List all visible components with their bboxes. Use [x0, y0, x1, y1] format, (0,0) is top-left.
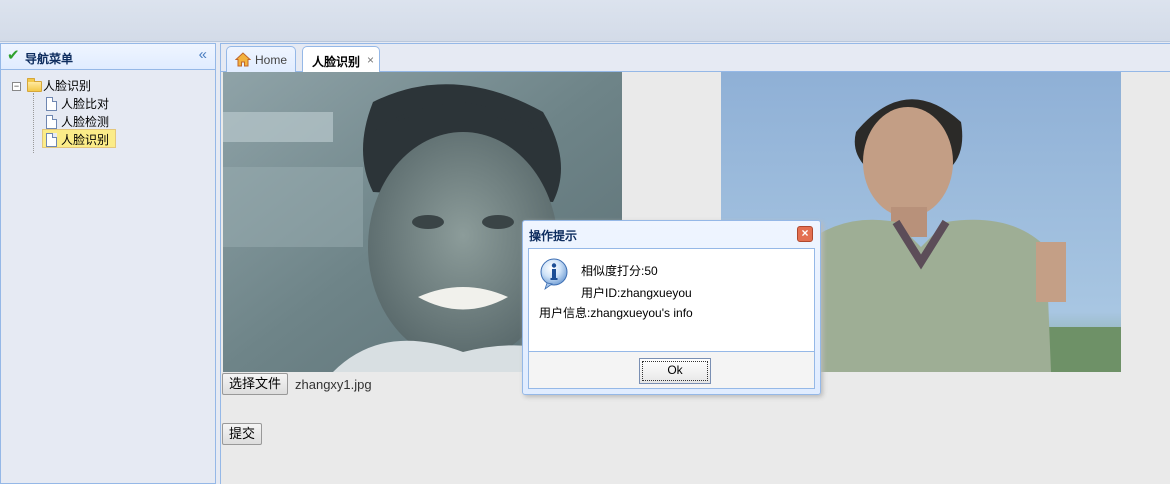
nav-panel-header: ✔ 导航菜单 « — [1, 44, 215, 70]
tab-home[interactable]: Home — [226, 46, 296, 73]
dialog-title: 操作提示 — [529, 229, 578, 243]
dialog-body: 相似度打分:50 用户ID:zhangxueyou 用户信息:zhangxuey… — [528, 248, 815, 352]
ok-button[interactable]: Ok — [639, 358, 711, 384]
home-icon — [235, 52, 251, 67]
choose-file-button[interactable]: 选择文件 — [222, 373, 289, 395]
nav-panel-title: 导航菜单 — [25, 52, 74, 66]
collapse-left-icon[interactable]: « — [199, 47, 207, 63]
tree-collapse-icon[interactable]: − — [12, 82, 21, 91]
folder-open-icon — [27, 78, 42, 92]
tab-home-label: Home — [255, 53, 288, 67]
tab-face-recognition[interactable]: 人脸识别 × — [302, 46, 380, 74]
tree-item-face-recognize[interactable]: 人脸识别 — [1, 131, 215, 149]
tab-bar: Home 人脸识别 × — [221, 43, 1170, 74]
selected-file-name: zhangxy1.jpg — [295, 377, 372, 392]
info-icon — [540, 258, 568, 290]
tab-face-recognition-label: 人脸识别 — [312, 55, 361, 69]
tree-root-label: 人脸识别 — [43, 79, 92, 93]
nav-panel: ✔ 导航菜单 « − 人脸识别 人脸比对 人脸检测 人脸识别 — [0, 43, 216, 484]
tab-close-icon[interactable]: × — [367, 53, 374, 67]
tree-item-label: 人脸识别 — [61, 133, 110, 147]
file-icon — [46, 115, 57, 129]
check-icon: ✔ — [7, 47, 20, 64]
nav-tree: − 人脸识别 人脸比对 人脸检测 人脸识别 — [1, 71, 215, 483]
tree-item-label: 人脸检测 — [61, 115, 110, 129]
file-icon — [46, 97, 57, 111]
tree-item-face-detect[interactable]: 人脸检测 — [1, 113, 215, 131]
user-info-text: 用户信息:zhangxueyou's info — [539, 306, 693, 320]
tree-item-face-compare[interactable]: 人脸比对 — [1, 95, 215, 113]
submit-button[interactable]: 提交 — [222, 423, 263, 445]
message-dialog: 操作提示 × 相似度打分:50 用户ID:zhangxueyou 用户信息:zh… — [522, 220, 821, 395]
similarity-score-text: 相似度打分:50 — [581, 264, 658, 278]
tree-item-label: 人脸比对 — [61, 97, 110, 111]
dialog-footer: Ok — [528, 352, 815, 389]
user-id-text: 用户ID:zhangxueyou — [581, 286, 692, 300]
file-icon — [46, 133, 57, 147]
close-icon[interactable]: × — [797, 226, 813, 242]
top-banner — [0, 0, 1170, 42]
